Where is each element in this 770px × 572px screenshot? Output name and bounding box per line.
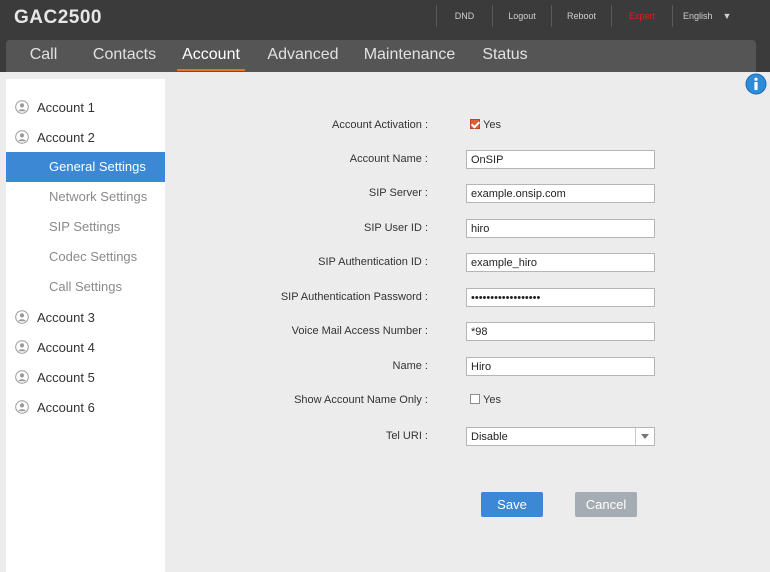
dnd-link[interactable]: DND	[436, 5, 492, 27]
sip-auth-id-label: SIP Authentication ID :	[318, 256, 428, 268]
sidebar-item-account-2[interactable]: Account 2	[6, 122, 165, 152]
account-name-label: Account Name :	[349, 153, 428, 165]
sip-user-id-label: SIP User ID :	[364, 222, 428, 234]
row-sip-auth-id: SIP Authentication ID :	[170, 253, 730, 273]
save-button[interactable]: Save	[481, 492, 543, 517]
row-tel-uri: Tel URI : Disable	[170, 427, 730, 447]
row-sip-user-id: SIP User ID :	[170, 219, 730, 239]
sidebar-item-codec-settings[interactable]: Codec Settings	[6, 242, 165, 272]
reboot-link[interactable]: Reboot	[551, 5, 611, 27]
sip-server-input[interactable]	[466, 184, 655, 203]
row-voicemail-number: Voice Mail Access Number :	[170, 322, 730, 342]
language-select[interactable]: English ▼	[672, 5, 749, 27]
cancel-button[interactable]: Cancel	[575, 492, 637, 517]
tab-call[interactable]: Call	[22, 40, 65, 72]
tab-account[interactable]: Account	[177, 40, 245, 72]
user-icon	[15, 370, 29, 384]
sidebar: Account 1 Account 2 General Settings Net…	[6, 79, 165, 572]
top-links: DND Logout Reboot Expert English ▼	[436, 5, 749, 27]
sip-auth-password-input[interactable]	[466, 288, 655, 307]
brand-logo: GAC2500	[14, 7, 102, 28]
voicemail-number-input[interactable]	[466, 322, 655, 341]
sidebar-item-account-1[interactable]: Account 1	[6, 92, 165, 122]
tab-advanced[interactable]: Advanced	[265, 40, 341, 72]
row-sip-server: SIP Server :	[170, 184, 730, 204]
chevron-down-icon: ▼	[722, 11, 732, 21]
sidebar-item-network-settings[interactable]: Network Settings	[6, 182, 165, 212]
row-sip-auth-password: SIP Authentication Password :	[170, 288, 730, 308]
user-icon	[15, 310, 29, 324]
sidebar-item-call-settings[interactable]: Call Settings	[6, 272, 165, 302]
sip-server-label: SIP Server :	[368, 187, 428, 199]
account-name-input[interactable]	[466, 150, 655, 169]
tel-uri-label: Tel URI :	[385, 430, 428, 442]
row-account-activation: Account Activation : Yes	[170, 116, 730, 136]
name-input[interactable]	[466, 357, 655, 376]
user-icon	[15, 130, 29, 144]
sip-auth-password-label: SIP Authentication Password :	[280, 291, 428, 303]
tab-contacts[interactable]: Contacts	[88, 40, 161, 72]
sidebar-item-general-settings[interactable]: General Settings	[6, 152, 165, 182]
show-account-name-only-label: Show Account Name Only :	[294, 394, 428, 406]
sidebar-item-label: Account 1	[37, 99, 95, 115]
row-name: Name :	[170, 357, 730, 377]
expert-link[interactable]: Expert	[611, 5, 672, 27]
info-icon[interactable]	[745, 73, 767, 95]
sidebar-item-label: Account 4	[37, 339, 95, 355]
account-activation-checkbox[interactable]	[470, 119, 480, 129]
sidebar-item-sip-settings[interactable]: SIP Settings	[6, 212, 165, 242]
user-icon	[15, 400, 29, 414]
logout-link[interactable]: Logout	[492, 5, 551, 27]
main-nav: Call Contacts Account Advanced Maintenan…	[6, 40, 756, 72]
sidebar-item-label: Account 5	[37, 369, 95, 385]
user-icon	[15, 340, 29, 354]
row-show-account-name-only: Show Account Name Only : Yes	[170, 391, 730, 411]
tab-maintenance[interactable]: Maintenance	[363, 40, 456, 72]
sidebar-item-account-4[interactable]: Account 4	[6, 332, 165, 362]
user-icon	[15, 100, 29, 114]
tel-uri-select[interactable]: Disable	[466, 427, 655, 446]
voicemail-number-label: Voice Mail Access Number :	[291, 325, 428, 337]
sidebar-item-label: Account 6	[37, 399, 95, 415]
row-account-name: Account Name :	[170, 150, 730, 170]
sip-auth-id-input[interactable]	[466, 253, 655, 272]
sidebar-item-label: Account 2	[37, 129, 95, 145]
show-account-name-only-option: Yes	[483, 394, 501, 406]
account-activation-option: Yes	[483, 119, 501, 131]
sidebar-item-account-6[interactable]: Account 6	[6, 392, 165, 422]
show-account-name-only-checkbox[interactable]	[470, 394, 480, 404]
sip-user-id-input[interactable]	[466, 219, 655, 238]
language-label: English	[683, 11, 713, 21]
tab-status[interactable]: Status	[480, 40, 530, 72]
sidebar-item-account-3[interactable]: Account 3	[6, 302, 165, 332]
tel-uri-value: Disable	[471, 431, 508, 443]
sidebar-item-label: Account 3	[37, 309, 95, 325]
sidebar-item-account-5[interactable]: Account 5	[6, 362, 165, 392]
chevron-down-icon	[635, 428, 654, 445]
name-label: Name :	[392, 360, 428, 372]
account-activation-label: Account Activation :	[332, 119, 428, 131]
